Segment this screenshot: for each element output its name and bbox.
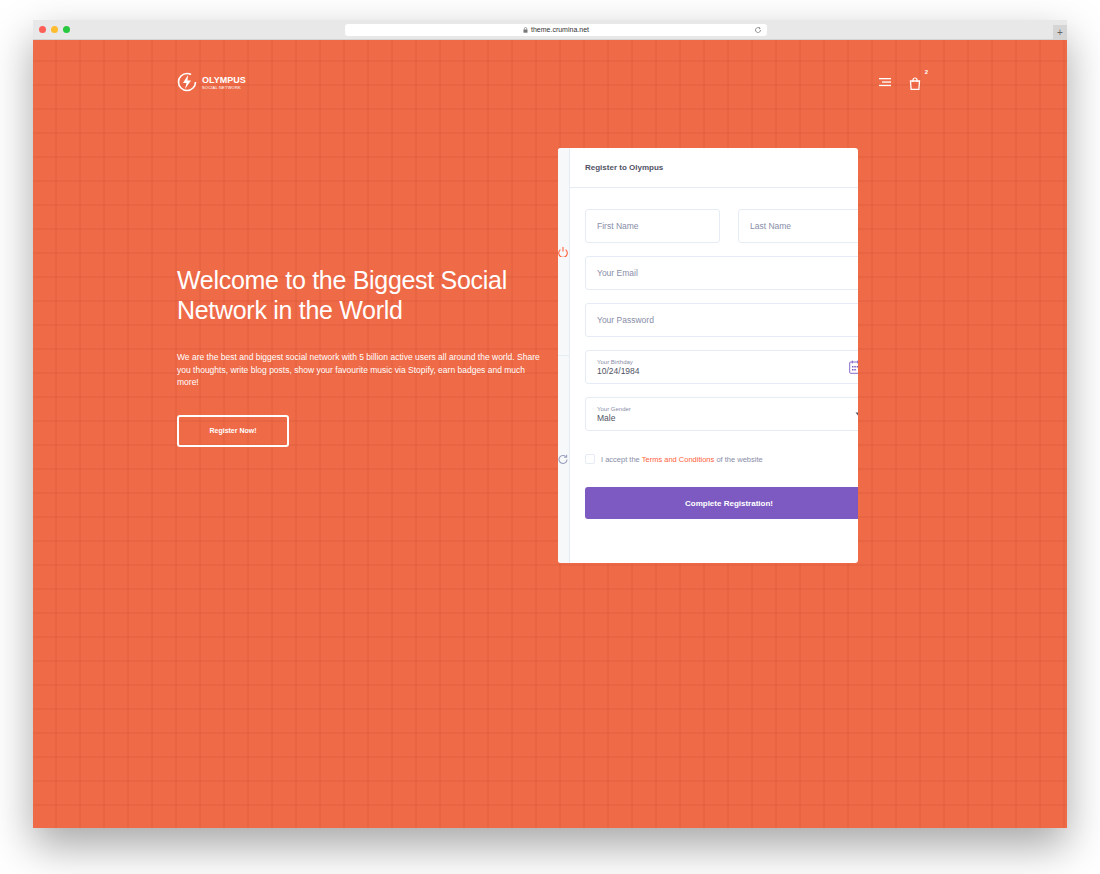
gender-select-label: Your Gender [597,405,631,413]
window-controls [39,26,79,33]
lock-icon [523,27,528,33]
hero-title: Welcome to the Biggest Social Network in… [177,265,507,325]
menu-icon[interactable] [879,77,891,87]
logo-text: OLYMPUSSOCIAL NETWORK [202,75,246,90]
birthday-field-label: Your Birthday [597,358,640,366]
hero-text: We are the best and biggest social netwo… [177,351,543,389]
close-button[interactable] [39,26,46,33]
calendar-icon[interactable] [849,360,858,374]
refresh-icon [558,454,569,465]
new-tab-button[interactable]: + [1053,25,1067,39]
power-icon [558,246,569,257]
gender-select[interactable]: Your GenderMale [585,397,858,431]
name-row [585,209,858,243]
reload-icon[interactable] [754,26,762,34]
main-section: Welcome to the Biggest Social Network in… [177,148,923,563]
caret-down-icon [855,412,858,416]
lightning-logo-icon [177,72,197,92]
browser-window: theme.crumina.net + OLYMPUSSOCIAL NETWORK 2… [33,20,1067,828]
shopping-bag-icon [909,77,921,90]
page: theme.crumina.net + OLYMPUSSOCIAL NETWORK 2… [0,0,1100,828]
terms-text: I accept the Terms and Conditions of the… [601,455,763,464]
cart-button[interactable]: 2 [909,76,921,89]
birthday-field[interactable]: Your Birthday10/24/1984 [585,350,858,384]
password-row [585,303,858,337]
form-title: Register to Olympus [570,148,858,188]
address-area: theme.crumina.net [79,24,1053,36]
birthday-field-value: 10/24/1984 [597,366,640,377]
url-text: theme.crumina.net [531,26,589,33]
site-header: OLYMPUSSOCIAL NETWORK 2 [177,72,923,92]
form-body: Register to OlympusYour Birthday10/24/19… [570,148,858,563]
password-input[interactable] [585,303,858,337]
form-tab[interactable] [558,148,569,355]
hero: Welcome to the Biggest Social Network in… [177,148,558,563]
logo-subtitle: SOCIAL NETWORK [202,85,246,90]
birthday-field-text: Your Birthday10/24/1984 [597,358,640,377]
gender-select-text: Your GenderMale [597,405,631,424]
email-input[interactable] [585,256,858,290]
register-now-button[interactable]: Register Now! [177,415,289,447]
form-tabs [558,148,570,563]
terms-before: I accept the [601,455,640,464]
header-icons: 2 [879,76,921,89]
terms-checkbox[interactable] [585,454,595,464]
terms-row: I accept the Terms and Conditions of the… [585,454,858,464]
last-name-input[interactable] [738,209,858,243]
title-bar: theme.crumina.net + [33,20,1067,40]
gender-select-value: Male [597,413,631,424]
logo-title: OLYMPUS [202,75,246,85]
minimize-button[interactable] [51,26,58,33]
form-tab[interactable] [558,355,569,563]
page-content: OLYMPUSSOCIAL NETWORK 2 Welcome to the Big… [33,40,1067,828]
logo[interactable]: OLYMPUSSOCIAL NETWORK [177,72,246,92]
first-name-input[interactable] [585,209,720,243]
maximize-button[interactable] [63,26,70,33]
email-row [585,256,858,290]
cart-badge: 2 [925,69,928,75]
terms-after: of the website [716,455,762,464]
form-fields: Your Birthday10/24/1984 Your GenderMale I … [570,188,858,563]
terms-link[interactable]: Terms and Conditions [642,455,715,464]
complete-registration-button[interactable]: Complete Registration! [585,487,858,519]
registration-card: Register to OlympusYour Birthday10/24/19… [558,148,858,563]
address-bar[interactable]: theme.crumina.net [345,24,767,36]
